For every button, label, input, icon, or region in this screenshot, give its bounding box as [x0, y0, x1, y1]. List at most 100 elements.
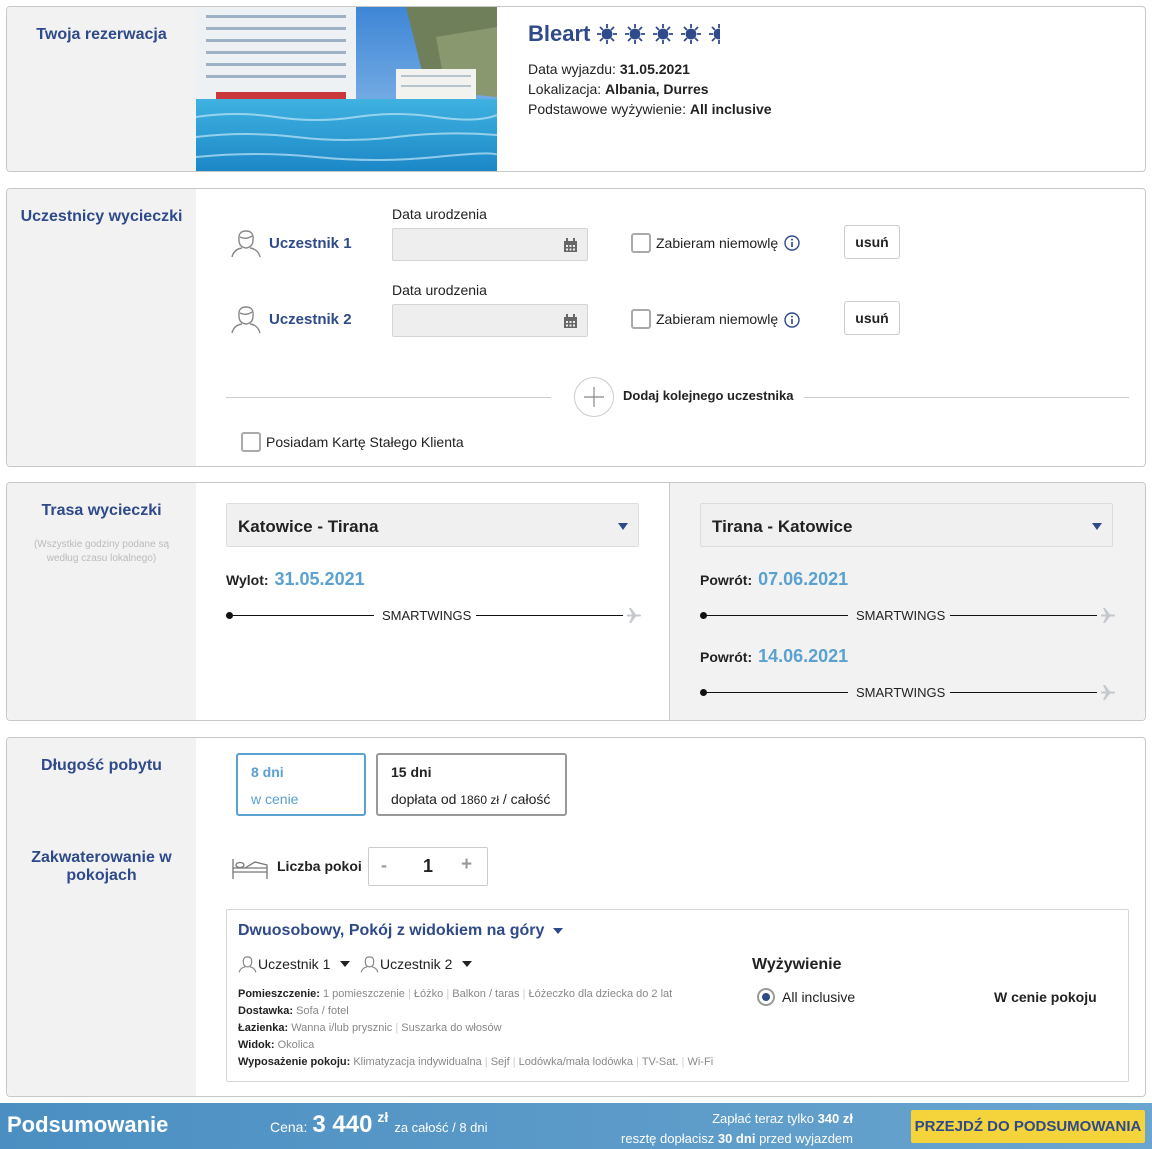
hotel-photo — [196, 7, 497, 171]
detail-item: Wi-Fi — [687, 1056, 714, 1068]
hotel-header: Bleart — [528, 20, 721, 48]
detail-label: Wyposażenie pokoju: — [238, 1056, 351, 1068]
detail-item: 1 pomieszczenie — [322, 988, 405, 1000]
user-icon — [360, 956, 379, 973]
price-amount: 1860 zł — [460, 793, 499, 807]
detail-item: Suszarka do włosów — [401, 1022, 502, 1034]
room-detail-row: Pomieszczenie: 1 pomieszczenie | Łóżko |… — [238, 988, 673, 1000]
room-detail-row: Widok: Okolica — [238, 1037, 713, 1054]
rooms-value[interactable]: 1 — [423, 856, 433, 877]
detail-item: Sejf — [490, 1056, 510, 1068]
price-currency: zł — [377, 1109, 389, 1125]
stay-option-price: w cenie — [251, 791, 299, 807]
detail-item: Wanna i/lub prysznic — [291, 1022, 393, 1034]
flight-line-left — [704, 615, 848, 616]
plane-icon — [1101, 685, 1115, 700]
sun-icon — [681, 24, 702, 44]
return-airline-1: SMARTWINGS — [856, 608, 946, 623]
participants-section: Uczestnicy wycieczki Uczestnik 1 Data ur… — [6, 188, 1146, 467]
detail-item: Okolica — [277, 1039, 315, 1051]
participant-1-name: Uczestnik 1 — [269, 235, 352, 252]
hotel-stars — [596, 23, 721, 45]
occupant-1-select[interactable]: Uczestnik 1 — [238, 955, 351, 973]
occupant-2-select[interactable]: Uczestnik 2 — [360, 955, 473, 973]
room-details: Pomieszczenie: 1 pomieszczenie | Łóżko |… — [238, 986, 713, 1071]
detail-label: Pomieszczenie: — [238, 988, 320, 1000]
add-divider-left — [226, 397, 551, 398]
pay-now-amount: 340 zł — [817, 1111, 853, 1126]
go-to-summary-button[interactable]: PRZEJDŹ DO PODSUMOWANIA — [911, 1110, 1145, 1143]
occupant-1-name: Uczestnik 1 — [258, 956, 331, 972]
detail-item: Balkon / taras — [452, 988, 520, 1000]
return-option-2[interactable]: Powrót: 14.06.2021 — [700, 646, 848, 667]
route-section-title: Trasa wycieczki — [41, 502, 162, 519]
sun-icon — [653, 24, 674, 44]
departure-value: 31.05.2021 — [619, 61, 690, 77]
price-label: Cena: — [270, 1119, 308, 1135]
return-label-2: Powrót: — [700, 649, 753, 665]
loyalty-card-checkbox[interactable] — [241, 432, 261, 452]
outbound-date: 31.05.2021 — [274, 569, 365, 589]
departure-info: Data wyjazdu: 31.05.2021 — [528, 61, 690, 77]
infant-label-2: Zabieram niemowlę — [656, 311, 779, 327]
radio-dot — [762, 993, 770, 1001]
pay-rest-text: resztę dopłacisz 30 dni przed wyjazdem — [621, 1131, 853, 1146]
outbound-route-select[interactable]: Katowice - Tirana — [226, 503, 639, 547]
reservation-section-title: Twoja rezerwacja — [36, 26, 167, 43]
dropdown-arrow-icon — [553, 928, 564, 934]
sun-icon — [709, 24, 721, 44]
board-option-radio[interactable] — [757, 988, 775, 1006]
board-option-label: All inclusive — [782, 989, 856, 1005]
rooms-stepper[interactable]: - 1 + — [368, 847, 488, 886]
stay-option-15-days[interactable]: 15 dni dopłata od 1860 zł / całość — [376, 753, 567, 816]
price-prefix: dopłata od — [391, 791, 457, 807]
stay-option-8-days[interactable]: 8 dni w cenie — [236, 753, 366, 816]
rooms-minus-button[interactable]: - — [381, 855, 387, 876]
return-option-1[interactable]: Powrót: 07.06.2021 — [700, 569, 848, 590]
dropdown-arrow-icon — [1092, 523, 1102, 530]
stay-sidebar — [7, 738, 196, 1096]
calendar-icon[interactable] — [563, 238, 578, 253]
participants-sidebar — [7, 189, 196, 466]
bed-icon — [232, 859, 268, 879]
infant-checkbox-1[interactable] — [631, 233, 651, 253]
hotel-name[interactable]: Bleart — [528, 21, 590, 47]
flight-line-right — [950, 615, 1097, 616]
detail-label: Widok: — [238, 1039, 275, 1051]
stay-option-days: 15 dni — [391, 764, 432, 780]
remove-participant-2-button[interactable]: usuń — [844, 301, 900, 335]
board-info: Podstawowe wyżywienie: All inclusive — [528, 101, 772, 117]
rooms-plus-button[interactable]: + — [461, 854, 472, 876]
dropdown-arrow-icon — [340, 961, 351, 967]
outbound-flight-line: SMARTWINGS — [226, 607, 646, 623]
price-suffix: za całość / 8 dni — [394, 1120, 488, 1135]
outbound-airline: SMARTWINGS — [382, 608, 472, 623]
room-type-selector[interactable]: Dwuosobowy, Pokój z widokiem na góry — [238, 922, 564, 940]
stay-option-price: dopłata od 1860 zł / całość — [391, 791, 550, 807]
stay-option-days: 8 dni — [251, 764, 284, 780]
infant-label-1: Zabieram niemowlę — [656, 235, 779, 251]
add-participant-button[interactable] — [574, 377, 614, 417]
add-divider-right — [804, 397, 1129, 398]
stay-section: Długość pobytu Zakwaterowanie w pokojach… — [6, 737, 1146, 1097]
room-detail-row: Łazienka: Wanna i/lub prysznic | Suszark… — [238, 1022, 502, 1034]
infant-checkbox-2[interactable] — [631, 309, 651, 329]
sun-icon — [625, 24, 646, 44]
add-participant-label[interactable]: Dodaj kolejnego uczestnika — [623, 388, 794, 403]
outbound-date-row: Wylot: 31.05.2021 — [226, 569, 365, 590]
birth-date-label-1: Data urodzenia — [392, 206, 487, 222]
detail-label: Dostawka: — [238, 1005, 294, 1017]
flight-line-left — [704, 692, 848, 693]
birth-date-input-1[interactable] — [392, 228, 588, 261]
return-date-1: 07.06.2021 — [758, 569, 849, 589]
return-route-select[interactable]: Tirana - Katowice — [700, 503, 1113, 547]
room-detail-row: Wyposażenie pokoju: Klimatyzacja indywid… — [238, 1056, 714, 1068]
remove-participant-1-button[interactable]: usuń — [844, 225, 900, 259]
return-date-2: 14.06.2021 — [758, 646, 849, 666]
user-icon — [238, 956, 257, 973]
info-icon[interactable] — [784, 312, 800, 328]
info-icon[interactable] — [784, 235, 800, 251]
calendar-icon[interactable] — [563, 314, 578, 329]
return-flight-line-1: SMARTWINGS — [700, 607, 1120, 623]
birth-date-input-2[interactable] — [392, 304, 588, 337]
